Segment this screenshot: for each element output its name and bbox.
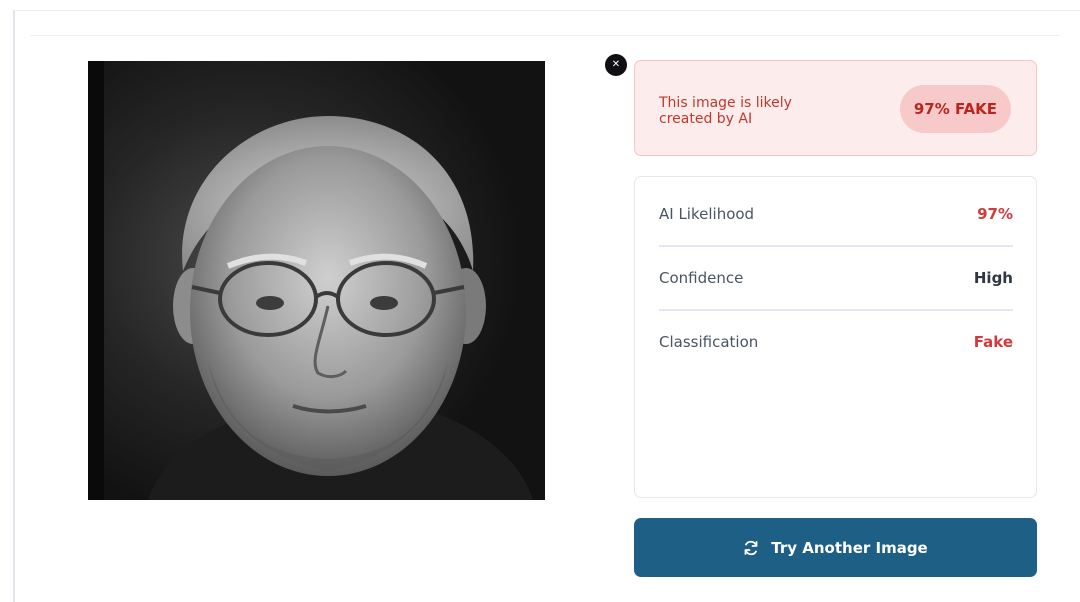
detail-label: Confidence	[659, 269, 744, 287]
uploaded-image	[88, 61, 545, 500]
detail-label: AI Likelihood	[659, 205, 755, 223]
detail-value: Fake	[973, 333, 1013, 351]
detail-row-ai-likelihood: AI Likelihood 97%	[659, 183, 1013, 247]
portrait-photo	[88, 61, 545, 500]
detail-value: High	[973, 269, 1013, 287]
try-another-image-button[interactable]: Try Another Image	[634, 518, 1037, 577]
try-another-image-label: Try Another Image	[771, 538, 928, 557]
refresh-icon	[743, 540, 759, 556]
analysis-details: AI Likelihood 97% Confidence High Classi…	[634, 176, 1037, 498]
detail-row-classification: Classification Fake	[659, 311, 1013, 373]
detail-label: Classification	[659, 333, 759, 351]
fake-score-badge: 97% FAKE	[899, 85, 1011, 133]
verdict-banner: This image is likely created by AI 97% F…	[634, 60, 1037, 156]
detail-row-confidence: Confidence High	[659, 247, 1013, 311]
close-icon[interactable]: ✕	[605, 54, 627, 76]
verdict-message: This image is likely created by AI	[659, 95, 792, 127]
detail-value: 97%	[977, 205, 1013, 223]
